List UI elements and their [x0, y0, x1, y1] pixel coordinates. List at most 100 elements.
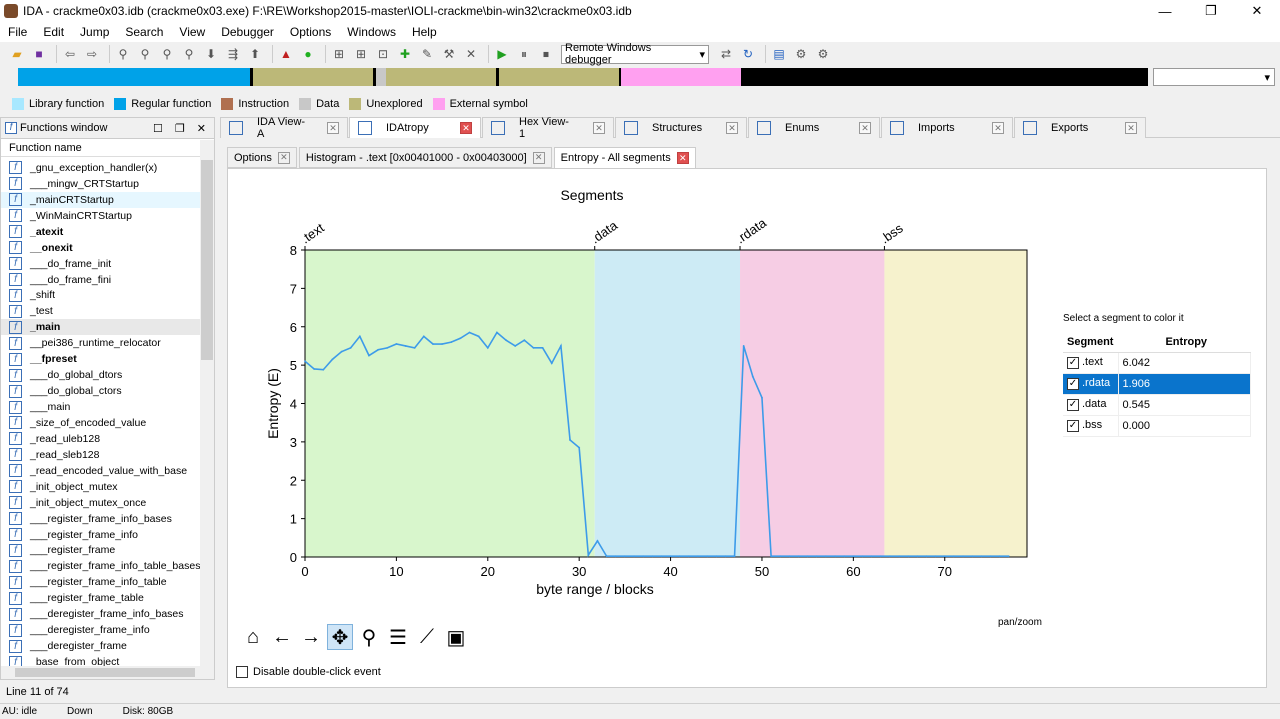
- menu-options[interactable]: Options: [282, 25, 339, 39]
- close-tab-icon[interactable]: ✕: [532, 151, 545, 164]
- function-row[interactable]: f _read_sleb128: [1, 447, 200, 463]
- column-header-segment[interactable]: Segment: [1063, 332, 1118, 353]
- delete-icon[interactable]: ✕: [462, 45, 480, 63]
- function-row[interactable]: f _WinMainCRTStartup: [1, 208, 200, 224]
- function-row[interactable]: f _test: [1, 303, 200, 319]
- function-row[interactable]: f ___register_frame_info_table: [1, 574, 200, 590]
- column-header-entropy[interactable]: Entropy: [1118, 332, 1251, 353]
- function-row[interactable]: f ___do_frame_init: [1, 256, 200, 272]
- menu-file[interactable]: File: [0, 25, 35, 39]
- navigation-band[interactable]: ▾: [8, 68, 1280, 86]
- function-row[interactable]: f _main: [1, 319, 200, 336]
- function-row[interactable]: f ___do_frame_fini: [1, 272, 200, 288]
- function-row[interactable]: f ___mingw_CRTStartup: [1, 176, 200, 192]
- jump-up-icon[interactable]: ⬆: [246, 45, 264, 63]
- subtab-1[interactable]: Histogram - .text [0x00401000 - 0x004030…: [298, 147, 552, 168]
- refresh-icon[interactable]: ↻: [739, 45, 757, 63]
- minimize-button[interactable]: —: [1142, 0, 1188, 22]
- segment-checkbox[interactable]: ✓: [1067, 377, 1079, 390]
- plugin-icon[interactable]: ⚙: [792, 45, 810, 63]
- jump-icon[interactable]: ⇶: [224, 45, 242, 63]
- attach-icon[interactable]: ⇄: [717, 45, 735, 63]
- settings-icon[interactable]: ⚙: [814, 45, 832, 63]
- function-row[interactable]: f _shift: [1, 288, 200, 304]
- function-row[interactable]: f __pei386_runtime_relocator: [1, 335, 200, 351]
- function-row[interactable]: f ___register_frame_info_bases: [1, 511, 200, 527]
- close-tab-icon[interactable]: ✕: [327, 122, 339, 134]
- scrollbar-thumb[interactable]: [201, 160, 213, 360]
- maximize-button[interactable]: ❐: [1188, 0, 1234, 22]
- search-binary-icon[interactable]: ⚲: [114, 45, 132, 63]
- search-immediate-icon[interactable]: ⚲: [158, 45, 176, 63]
- segment-row[interactable]: ✓ .data 0.545: [1063, 394, 1251, 416]
- segment-row[interactable]: ✓ .bss 0.000: [1063, 415, 1251, 437]
- segment-row[interactable]: ✓ .rdata 1.906: [1063, 373, 1251, 395]
- tab-exports[interactable]: Exports ✕: [1014, 117, 1146, 138]
- function-row[interactable]: f _init_object_mutex_once: [1, 495, 200, 511]
- navigation-strip[interactable]: [18, 68, 1148, 86]
- tab-structures[interactable]: Structures ✕: [615, 117, 747, 138]
- close-tab-icon[interactable]: ✕: [460, 122, 472, 134]
- configure-icon[interactable]: ☰: [385, 624, 411, 650]
- close-tab-icon[interactable]: ✕: [992, 122, 1004, 134]
- menu-jump[interactable]: Jump: [72, 25, 117, 39]
- search-next-icon[interactable]: ⚲: [180, 45, 198, 63]
- function-row[interactable]: f _gnu_exception_handler(x): [1, 160, 200, 176]
- function-row[interactable]: f _atexit: [1, 224, 200, 240]
- back-icon[interactable]: ⇦: [61, 45, 79, 63]
- search-text-icon[interactable]: ⚲: [136, 45, 154, 63]
- horizontal-scrollbar[interactable]: [1, 666, 214, 679]
- menu-view[interactable]: View: [171, 25, 213, 39]
- menu-search[interactable]: Search: [117, 25, 171, 39]
- function-row[interactable]: f ___register_frame_info_table_bases: [1, 558, 200, 574]
- function-row[interactable]: f ___deregister_frame_info: [1, 622, 200, 638]
- stop-icon[interactable]: ⏹: [537, 45, 555, 63]
- segment-row[interactable]: ✓ .text 6.042: [1063, 352, 1251, 374]
- disable-dblclick-checkbox[interactable]: [236, 666, 248, 678]
- tab-ida-view-a[interactable]: IDA View-A ✕: [220, 116, 348, 140]
- vertical-scrollbar[interactable]: [200, 140, 214, 670]
- function-row[interactable]: f _size_of_encoded_value: [1, 415, 200, 431]
- column-header-function-name[interactable]: Function name: [1, 139, 214, 157]
- scrollbar-thumb[interactable]: [15, 668, 195, 677]
- zoom-icon[interactable]: ⚲: [356, 624, 382, 650]
- close-tab-icon[interactable]: ✕: [859, 122, 871, 134]
- disable-dblclick[interactable]: Disable double-click event: [236, 666, 381, 678]
- segment-checkbox[interactable]: ✓: [1067, 356, 1079, 369]
- xref-icon[interactable]: ⊡: [374, 45, 392, 63]
- menu-windows[interactable]: Windows: [339, 25, 404, 39]
- function-row[interactable]: f ___do_global_dtors: [1, 367, 200, 383]
- forward-arrow-icon[interactable]: →: [298, 624, 324, 650]
- function-row[interactable]: f __fpreset: [1, 351, 200, 367]
- close-tab-icon[interactable]: ✕: [726, 122, 738, 134]
- structs-icon[interactable]: ⊞: [330, 45, 348, 63]
- functions-list[interactable]: f _gnu_exception_handler(x) f ___mingw_CRTS…: [1, 160, 200, 669]
- jump-down-icon[interactable]: ⬇: [202, 45, 220, 63]
- segment-checkbox[interactable]: ✓: [1067, 419, 1079, 432]
- close-tab-icon[interactable]: ✕: [593, 122, 605, 134]
- patch-icon[interactable]: ✎: [418, 45, 436, 63]
- graph-icon[interactable]: ▲: [277, 45, 295, 63]
- restore-button[interactable]: ❐: [175, 122, 185, 135]
- pause-icon[interactable]: ⏸: [515, 45, 533, 63]
- close-tab-icon[interactable]: ✕: [676, 152, 689, 164]
- menu-edit[interactable]: Edit: [35, 25, 72, 39]
- tab-hex-view-1[interactable]: Hex View-1 ✕: [482, 116, 614, 140]
- start-debug-icon[interactable]: ▶: [493, 45, 511, 63]
- segment-checkbox[interactable]: ✓: [1067, 398, 1079, 411]
- enums-icon[interactable]: ⊞: [352, 45, 370, 63]
- pan-icon[interactable]: ✥: [327, 624, 353, 650]
- function-row[interactable]: f ___register_frame_table: [1, 590, 200, 606]
- tool-icon[interactable]: ⚒: [440, 45, 458, 63]
- edit-curve-icon[interactable]: ⟋: [414, 624, 440, 650]
- open-icon[interactable]: ▰: [8, 45, 26, 63]
- function-row[interactable]: f ___deregister_frame_info_bases: [1, 606, 200, 622]
- function-row[interactable]: f ___register_frame_info: [1, 527, 200, 543]
- debugger-select[interactable]: Remote Windows debugger ▾: [561, 42, 709, 66]
- function-row[interactable]: f ___do_global_ctors: [1, 383, 200, 399]
- menu-debugger[interactable]: Debugger: [213, 25, 282, 39]
- function-row[interactable]: f _read_uleb128: [1, 431, 200, 447]
- add-icon[interactable]: ✚: [396, 45, 414, 63]
- function-row[interactable]: f _init_object_mutex: [1, 479, 200, 495]
- function-row[interactable]: f ___register_frame: [1, 543, 200, 559]
